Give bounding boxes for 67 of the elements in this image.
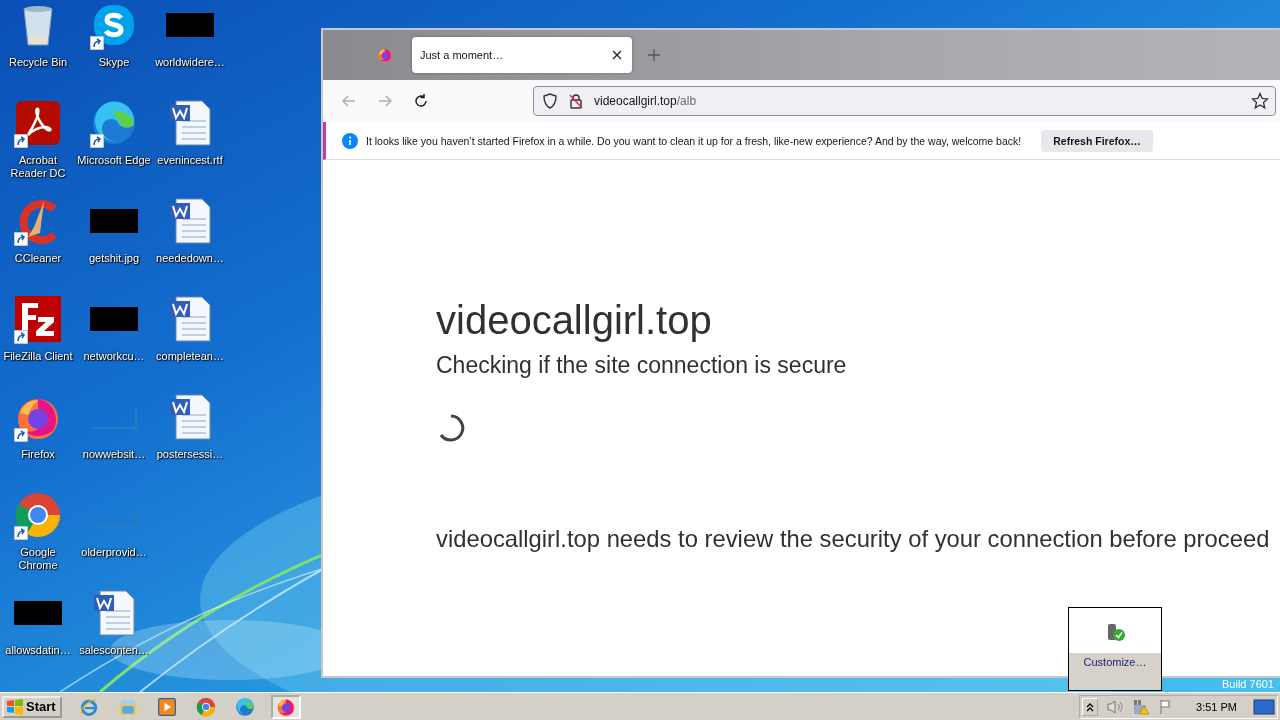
- edge-icon: [90, 99, 138, 147]
- desktop-icon-label[interactable]: Skype: [98, 56, 130, 69]
- message-text: videocallgirl.top needs to review the security of your connection before proceed: [436, 525, 1271, 553]
- desktop-icon-label[interactable]: postersessi…: [156, 448, 224, 461]
- shortcut-arrow-icon: [90, 134, 104, 148]
- speaker-icon[interactable]: [1106, 698, 1125, 715]
- pdf-reader-icon: [14, 99, 62, 147]
- chrome-icon: [14, 491, 62, 539]
- windows-logo-icon: [6, 698, 24, 715]
- url-text: videocallgirl.top/alb: [594, 94, 698, 108]
- desktop-icon-label[interactable]: completean…: [156, 350, 224, 363]
- new-tab-icon[interactable]: [648, 49, 660, 61]
- insecure-lock-icon[interactable]: [568, 93, 584, 109]
- info-icon: [342, 132, 358, 149]
- shortcut-arrow-icon: [14, 134, 28, 148]
- address-bar[interactable]: videocallgirl.top/alb: [533, 86, 1276, 116]
- taskbar-button[interactable]: [270, 694, 301, 719]
- start-button[interactable]: Start: [2, 695, 62, 718]
- image-thumbnail-icon: [90, 307, 138, 331]
- clock[interactable]: 3:51 PM: [1196, 700, 1237, 713]
- desktop-icon-label[interactable]: CCleaner: [14, 252, 62, 265]
- chevron-up-icon: [1086, 701, 1095, 712]
- browser-tab[interactable]: Just a moment…: [412, 37, 632, 73]
- desktop-icon-label[interactable]: Google Chrome: [1, 546, 75, 572]
- customize-link[interactable]: Customize…: [1083, 656, 1147, 668]
- desktop-icon-label[interactable]: getshit.jpg: [88, 252, 140, 265]
- chrome-icon: [195, 696, 216, 717]
- bookmark-star-icon[interactable]: [1251, 92, 1269, 110]
- edge-icon: [234, 696, 255, 717]
- reload-icon: [413, 93, 429, 109]
- desktop-icon-label[interactable]: FileZilla Client: [3, 350, 73, 363]
- shortcut-arrow-icon: [14, 526, 28, 540]
- desktop-icon-label[interactable]: olderprovid…: [81, 546, 147, 559]
- notification-text: It looks like you haven’t started Firefox in a while. Do you want to clean it up for a fresh, like-new experience? And by the way, welcome back!: [366, 134, 1022, 147]
- close-icon[interactable]: [612, 50, 622, 60]
- firefox-icon: [377, 47, 393, 63]
- image-thumbnail-icon: [166, 13, 214, 37]
- desktop-icon-label[interactable]: worldwidere…: [155, 56, 225, 69]
- desktop-icon-label[interactable]: networkcu…: [83, 350, 145, 363]
- refresh-firefox-button[interactable]: Refresh Firefox…: [1041, 129, 1153, 152]
- desktop-icon-label[interactable]: Firefox: [21, 448, 55, 461]
- image-thumbnail-icon: [14, 601, 62, 625]
- desktop-icon-label[interactable]: Microsoft Edge: [77, 154, 151, 167]
- blank-thumbnail-icon: [90, 503, 138, 527]
- show-hidden-icons-button[interactable]: [1082, 697, 1099, 716]
- tab-title: Just a moment…: [420, 49, 504, 61]
- filezilla-icon: [14, 295, 62, 343]
- status-text: Checking if the site connection is secure: [436, 352, 848, 379]
- blank-thumbnail-icon: [90, 405, 138, 429]
- desktop-icon-label[interactable]: allowsdatin…: [5, 644, 71, 657]
- desktop-icon-label[interactable]: Recycle Bin: [8, 56, 68, 69]
- shortcut-arrow-icon: [14, 330, 28, 344]
- network-warning-icon[interactable]: [1132, 698, 1151, 715]
- back-arrow-icon: [341, 93, 357, 109]
- image-thumbnail-icon: [90, 209, 138, 233]
- desktop-icon-label[interactable]: nowwebsit…: [82, 448, 146, 461]
- build-label: Build 7601: [1222, 678, 1274, 690]
- desktop-icon-label[interactable]: evenincest.rtf: [157, 154, 223, 167]
- forward-arrow-icon: [377, 93, 393, 109]
- shortcut-arrow-icon: [90, 36, 104, 50]
- shield-icon[interactable]: [542, 93, 558, 109]
- site-heading: videocallgirl.top: [436, 297, 713, 344]
- show-desktop-icon[interactable]: [1253, 698, 1275, 715]
- shortcut-arrow-icon: [14, 232, 28, 246]
- desktop-icon-label[interactable]: Acrobat Reader DC: [1, 154, 75, 180]
- shortcut-arrow-icon: [14, 428, 28, 442]
- desktop-icon-label[interactable]: neededown…: [156, 252, 224, 265]
